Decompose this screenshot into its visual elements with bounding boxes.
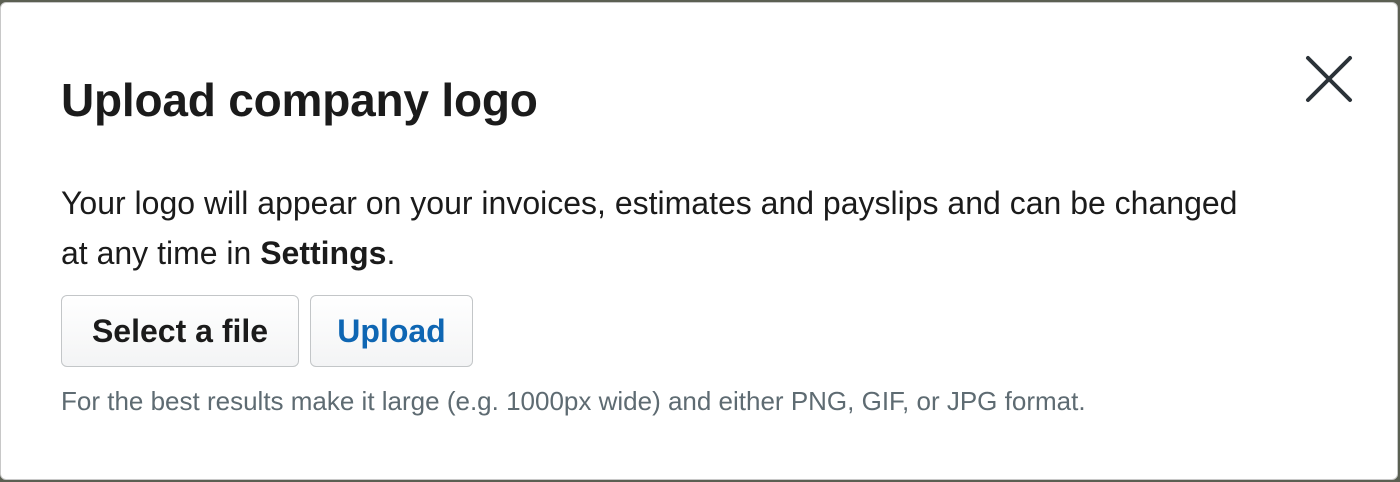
description-end: . <box>386 235 396 271</box>
upload-hint: For the best results make it large (e.g.… <box>61 386 1086 416</box>
upload-button[interactable]: Upload <box>310 295 473 367</box>
close-icon <box>1306 56 1352 102</box>
dialog-description: Your logo will appear on your invoices, … <box>61 178 1261 278</box>
upload-logo-dialog: Upload company logo Your logo will appea… <box>0 2 1398 480</box>
settings-text: Settings <box>260 235 387 271</box>
select-file-button[interactable]: Select a file <box>61 295 299 367</box>
dialog-title: Upload company logo <box>61 74 538 126</box>
close-button[interactable] <box>1301 51 1357 107</box>
description-text: Your logo will appear on your invoices, … <box>61 185 1238 271</box>
